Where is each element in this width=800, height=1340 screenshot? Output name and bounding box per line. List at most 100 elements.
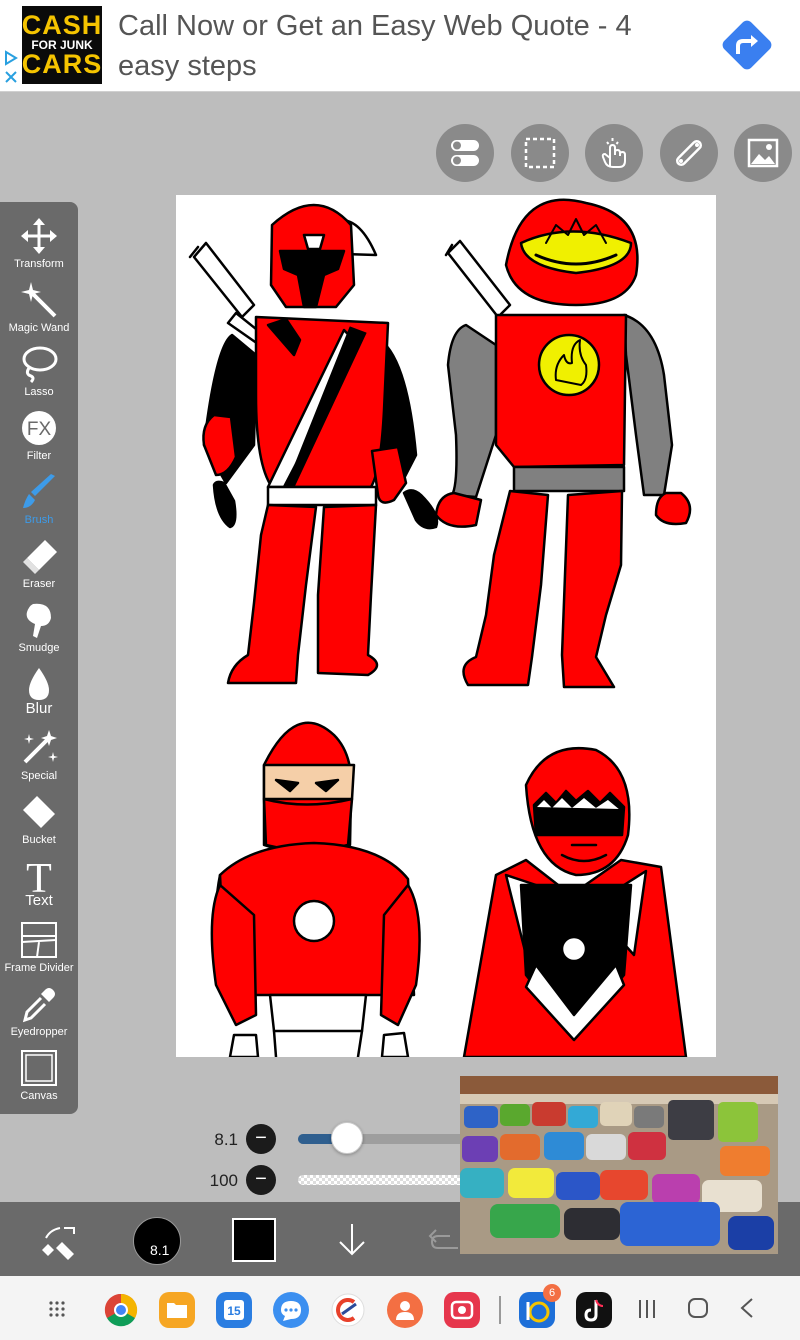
tiktok-icon: [584, 1299, 604, 1322]
toggle-icon: [451, 140, 479, 166]
tool-special[interactable]: Special: [0, 720, 78, 784]
tool-canvas[interactable]: Canvas: [0, 1040, 78, 1104]
ad-banner[interactable]: CASH FOR JUNK CARS Call Now or Get an Ea…: [0, 0, 800, 92]
back-icon[interactable]: [736, 1296, 760, 1320]
directions-arrow-icon[interactable]: [716, 14, 778, 76]
size-slider-thumb[interactable]: [331, 1122, 364, 1154]
folder-icon: [167, 1303, 187, 1318]
tool-label: Filter: [26, 450, 52, 462]
eyedropper-icon: [22, 988, 55, 1023]
frame-divider-icon: [21, 922, 57, 958]
tool-label: Text: [25, 892, 53, 909]
bucket-icon: [23, 796, 55, 828]
toggle-button[interactable]: [436, 124, 494, 182]
tool-label: Bucket: [22, 834, 56, 846]
system-nav-bar: 15 6: [0, 1276, 800, 1340]
text-icon: T: [26, 856, 52, 896]
video-ad-thumbnail[interactable]: [460, 1076, 778, 1254]
tool-smudge[interactable]: Smudge: [0, 592, 78, 656]
tool-eyedropper[interactable]: Eyedropper: [0, 976, 78, 1040]
chat-bubble-icon: [281, 1301, 301, 1321]
tool-label: Special: [20, 770, 58, 782]
brush-icon: [23, 474, 55, 508]
blur-icon: [29, 668, 49, 700]
tiktok-app-icon[interactable]: [576, 1292, 612, 1328]
selection-icon: [524, 137, 556, 169]
files-app-icon[interactable]: [159, 1292, 195, 1328]
ranger-figure-4: [462, 746, 688, 1057]
ruler-icon: [675, 139, 703, 167]
ranger-figure-2: [434, 198, 692, 689]
tool-label: Frame Divider: [4, 962, 74, 974]
tool-label: Brush: [24, 514, 54, 526]
tool-filter[interactable]: FX Filter: [0, 400, 78, 464]
opacity-decrease-button[interactable]: −: [246, 1165, 276, 1195]
tool-label: Transform: [14, 258, 64, 270]
calendar-day: 15: [224, 1300, 244, 1320]
selection-button[interactable]: [511, 124, 569, 182]
lasso-icon: [22, 346, 58, 384]
tool-label: Eyedropper: [10, 1026, 68, 1038]
screen-recorder-app-icon[interactable]: [444, 1292, 480, 1328]
contacts-app-icon[interactable]: [387, 1292, 423, 1328]
fx-icon: FX: [22, 411, 56, 445]
tool-label: Magic Wand: [8, 322, 70, 334]
ad-choices-icon[interactable]: [3, 50, 19, 86]
undo-icon[interactable]: [428, 1224, 462, 1258]
tool-blur[interactable]: Blur: [0, 656, 78, 720]
tool-label: Smudge: [18, 642, 60, 654]
artwork: [188, 198, 692, 1057]
ad-logo-line3: CARS: [21, 49, 103, 79]
ranger-figure-3: [210, 721, 421, 1057]
tool-frame-divider[interactable]: Frame Divider: [0, 912, 78, 976]
tool-transform[interactable]: Transform: [0, 208, 78, 272]
brush-size-value: 8.1: [214, 1130, 238, 1149]
app-drawer-icon[interactable]: [48, 1300, 66, 1318]
tool-lasso[interactable]: Lasso: [0, 336, 78, 400]
drawing-canvas[interactable]: [176, 195, 716, 1057]
smudge-icon: [26, 603, 51, 638]
canvas-icon: [21, 1050, 57, 1086]
tool-magic-wand[interactable]: Magic Wand: [0, 272, 78, 336]
chrome-icon[interactable]: [103, 1292, 139, 1328]
opacity-slider-track[interactable]: [298, 1175, 468, 1185]
touch-button[interactable]: [585, 124, 643, 182]
image-button[interactable]: [734, 124, 792, 182]
camera-icon: [450, 1300, 474, 1320]
tool-label: Canvas: [20, 1090, 58, 1102]
special-icon: [23, 730, 58, 764]
ad-headline[interactable]: Call Now or Get an Easy Web Quote - 4 ea…: [118, 6, 688, 86]
tool-label: Eraser: [22, 578, 56, 590]
tool-panel: Transform Magic Wand Lasso FX Filter Bru…: [0, 202, 78, 1114]
transform-icon: [21, 218, 57, 254]
image-icon: [747, 138, 779, 168]
toy-cars-photo: [460, 1076, 778, 1254]
person-icon: [396, 1301, 414, 1320]
download-arrow-icon[interactable]: [332, 1220, 372, 1260]
color-swatch-button[interactable]: [232, 1218, 276, 1262]
ranger-figure-1: [188, 203, 439, 685]
messages-app-icon[interactable]: [273, 1292, 309, 1328]
touch-icon: [601, 138, 626, 168]
ad-logo[interactable]: CASH FOR JUNK CARS: [22, 6, 102, 84]
size-decrease-button[interactable]: −: [246, 1124, 276, 1154]
ad-logo-line1: CASH: [21, 10, 103, 40]
calendar-app-icon[interactable]: 15: [216, 1292, 252, 1328]
tool-eraser[interactable]: Eraser: [0, 528, 78, 592]
tool-text[interactable]: T Text: [0, 848, 78, 912]
tool-bucket[interactable]: Bucket: [0, 784, 78, 848]
home-icon[interactable]: [686, 1296, 710, 1320]
tool-brush[interactable]: Brush: [0, 464, 78, 528]
ruler-button[interactable]: [660, 124, 718, 182]
brush-opacity-value: 100: [209, 1171, 238, 1190]
fx-text: FX: [27, 419, 52, 440]
brush-preview-size: 8.1: [150, 1242, 170, 1258]
recent-apps-icon[interactable]: [636, 1298, 658, 1320]
magic-wand-icon: [21, 282, 57, 318]
dock-divider: [499, 1296, 501, 1324]
swap-tool-icon[interactable]: [40, 1222, 80, 1262]
tool-label: Lasso: [24, 386, 54, 398]
ibis-paint-app-icon[interactable]: 6: [519, 1284, 561, 1328]
ccleaner-icon[interactable]: [330, 1292, 366, 1328]
size-slider-track[interactable]: [298, 1134, 468, 1144]
